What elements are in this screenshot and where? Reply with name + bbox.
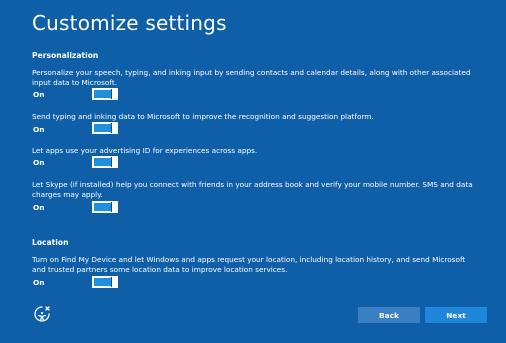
setting-state-skype: On xyxy=(33,203,45,212)
setting-description-typing-data: Send typing and inking data to Microsoft… xyxy=(32,112,374,121)
setting-description-location: Turn on Find My Device and let Windows a… xyxy=(32,255,466,274)
toggle-typing-data[interactable] xyxy=(92,122,118,134)
toggle-advertising-id[interactable] xyxy=(92,156,118,168)
setting-state-typing-data: On xyxy=(33,125,45,134)
back-button[interactable]: Back xyxy=(358,307,420,323)
page-title: Customize settings xyxy=(32,11,227,35)
next-button[interactable]: Next xyxy=(425,307,487,323)
setting-state-advertising-id: On xyxy=(33,158,45,167)
setting-description-skype: Let Skype (if installed) help you connec… xyxy=(32,180,473,199)
toggle-skype[interactable] xyxy=(92,201,118,213)
section-heading-location: Location xyxy=(32,238,69,247)
setting-state-location: On xyxy=(33,278,45,287)
ease-of-access-icon[interactable] xyxy=(32,304,52,324)
setting-state-speech-typing: On xyxy=(33,90,45,99)
setting-description-advertising-id: Let apps use your advertising ID for exp… xyxy=(32,146,258,155)
toggle-speech-typing[interactable] xyxy=(92,88,118,100)
section-heading-personalization: Personalization xyxy=(32,51,99,60)
toggle-location[interactable] xyxy=(92,276,118,288)
setting-description-speech-typing: Personalize your speech, typing, and ink… xyxy=(32,68,471,87)
